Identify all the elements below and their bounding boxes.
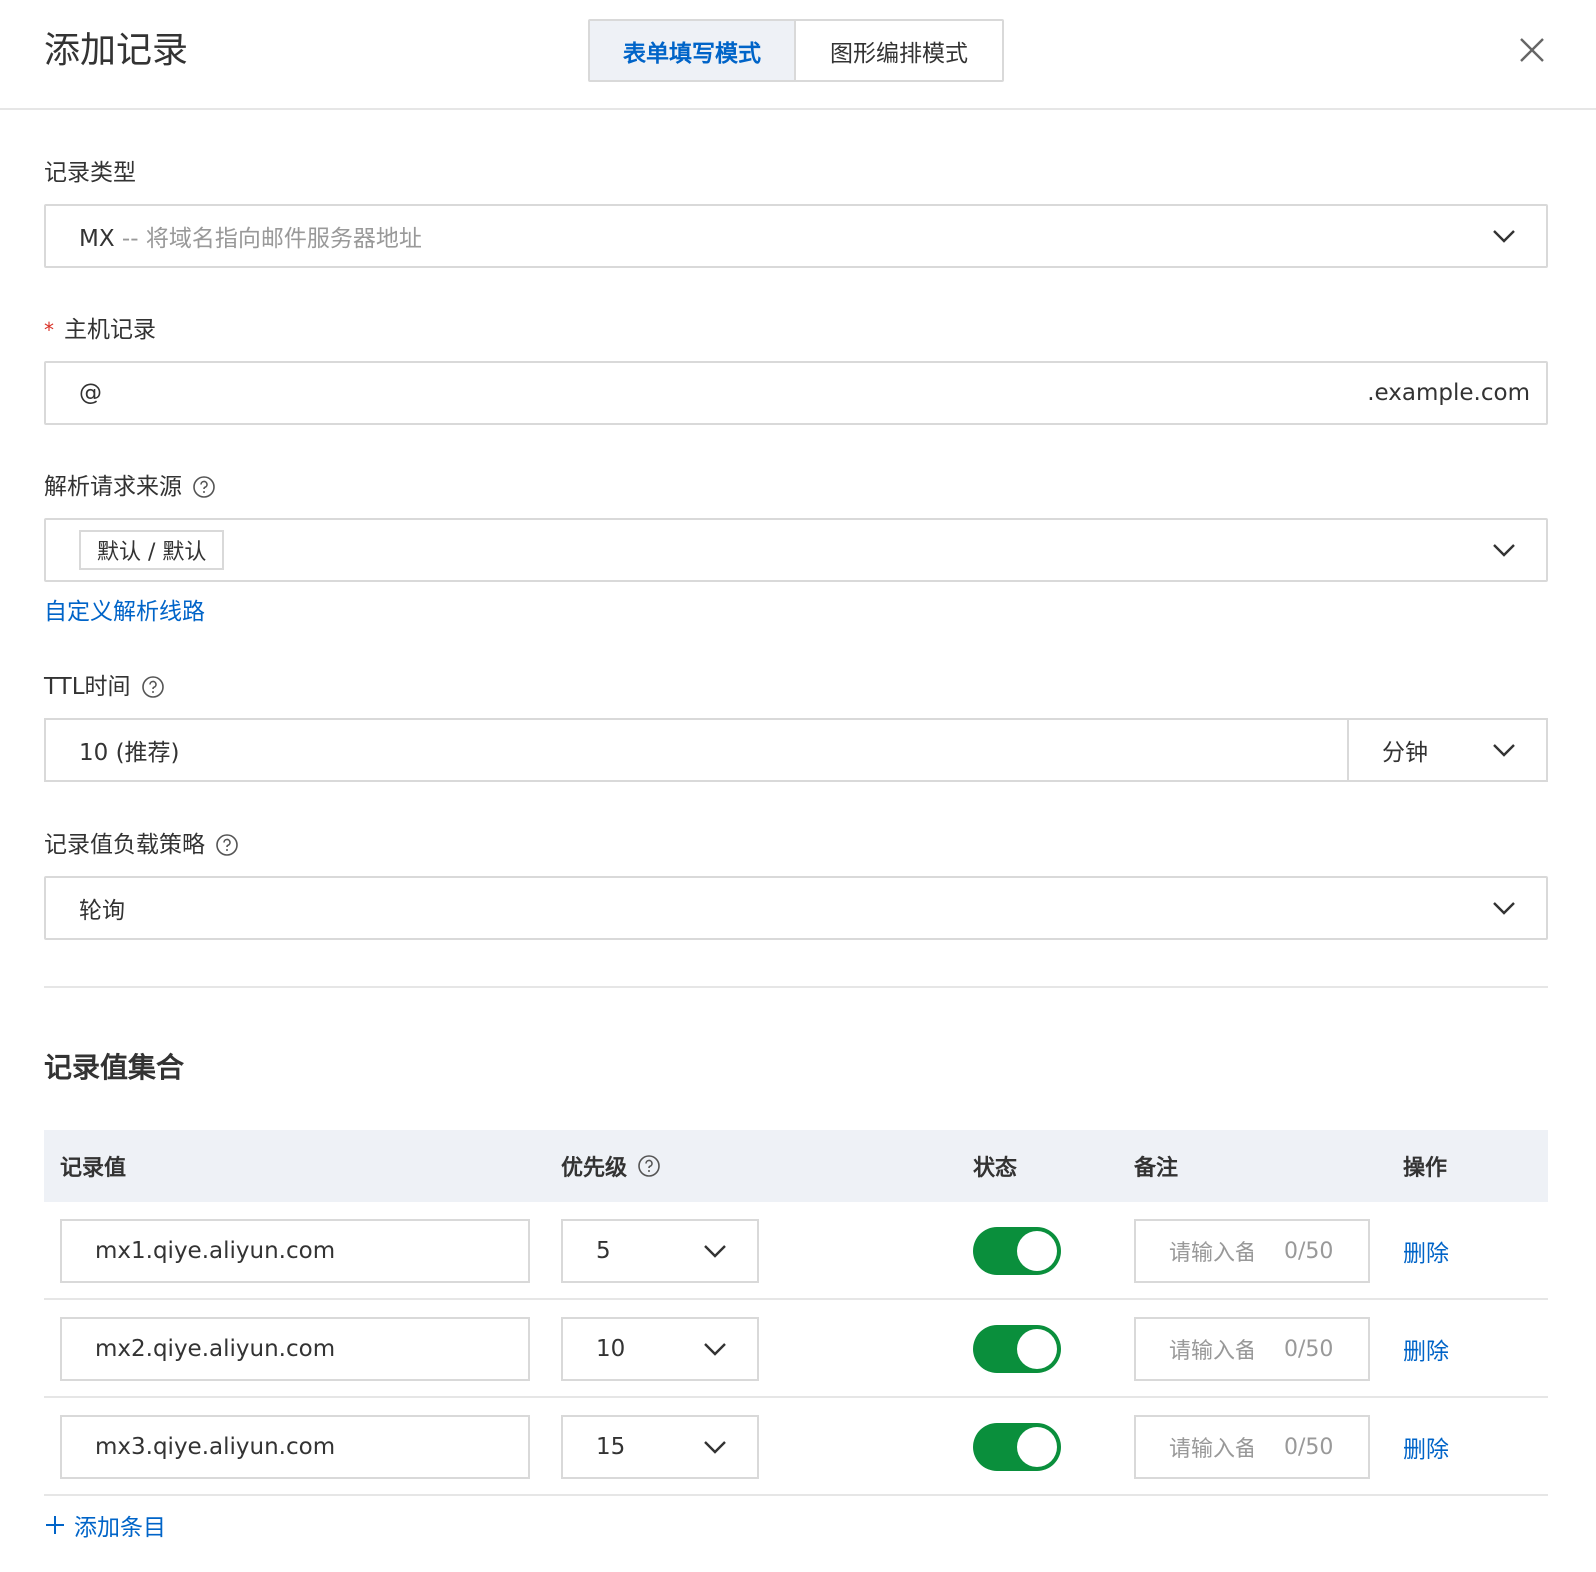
required-mark: * — [44, 318, 54, 342]
help-icon[interactable] — [141, 675, 165, 699]
priority-select[interactable]: 10 — [561, 1317, 759, 1381]
column-header-action: 操作 — [1403, 1156, 1448, 1181]
load-strategy-select[interactable]: 轮询 — [44, 876, 1548, 940]
toggle-knob — [1017, 1231, 1057, 1271]
help-icon[interactable] — [637, 1154, 661, 1178]
column-header-priority-text: 优先级 — [561, 1156, 628, 1181]
priority-select[interactable]: 15 — [561, 1415, 759, 1479]
ttl-input[interactable]: 10 (推荐) — [44, 718, 1349, 782]
tab-form-mode[interactable]: 表单填写模式 — [590, 21, 796, 80]
add-item-button[interactable]: 添加条目 — [44, 1508, 166, 1542]
column-header-value: 记录值 — [60, 1156, 127, 1181]
resolve-source-select[interactable]: 默认 / 默认 — [44, 518, 1548, 582]
record-type-select[interactable]: MX -- 将域名指向邮件服务器地址 — [44, 204, 1548, 268]
close-icon[interactable] — [1516, 34, 1548, 66]
priority-value: 15 — [596, 1434, 626, 1460]
host-record-value: @ — [79, 380, 102, 406]
priority-select[interactable]: 5 — [561, 1219, 759, 1283]
host-record-label-text: 主机记录 — [64, 317, 156, 343]
note-input[interactable]: 请输入备注 0/50 — [1134, 1415, 1370, 1479]
record-type-value: MX -- 将域名指向邮件服务器地址 — [79, 226, 422, 252]
load-strategy-label-text: 记录值负载策略 — [44, 832, 205, 858]
record-value-input[interactable]: mx3.qiye.aliyun.com — [60, 1415, 530, 1479]
resolve-source-tag[interactable]: 默认 / 默认 — [79, 530, 225, 570]
column-header-status: 状态 — [973, 1156, 1018, 1181]
plus-icon — [46, 1516, 64, 1534]
add-item-label: 添加条目 — [74, 1515, 166, 1541]
chevron-down-icon — [1493, 744, 1515, 757]
delete-button[interactable]: 删除 — [1403, 1202, 1449, 1300]
ttl-label-text: TTL时间 — [44, 674, 131, 700]
host-record-input[interactable]: @ .example.com — [44, 361, 1548, 425]
toggle-knob — [1017, 1427, 1057, 1467]
domain-suffix: .example.com — [1367, 380, 1530, 406]
chevron-down-icon — [1493, 544, 1515, 557]
load-strategy-label: 记录值负载策略 — [44, 829, 239, 861]
host-record-label: * 主机记录 — [44, 314, 156, 346]
mode-switch: 表单填写模式 图形编排模式 — [588, 19, 1004, 82]
note-input[interactable]: 请输入备注 0/50 — [1134, 1317, 1370, 1381]
chevron-down-icon — [704, 1343, 726, 1356]
custom-route-link[interactable]: 自定义解析线路 — [44, 592, 205, 626]
load-strategy-value: 轮询 — [79, 898, 125, 924]
note-placeholder: 请输入备注 — [1169, 1437, 1253, 1462]
delete-button[interactable]: 删除 — [1403, 1398, 1449, 1496]
record-value-input[interactable]: mx2.qiye.aliyun.com — [60, 1317, 530, 1381]
note-count: 0/50 — [1284, 1238, 1334, 1264]
priority-value: 5 — [596, 1238, 611, 1264]
note-count: 0/50 — [1284, 1434, 1334, 1460]
dialog-header: 添加记录 表单填写模式 图形编排模式 — [0, 0, 1596, 110]
chevron-down-icon — [704, 1245, 726, 1258]
chevron-down-icon — [1493, 230, 1515, 243]
dialog-title: 添加记录 — [44, 30, 189, 71]
record-value-text: mx1.qiye.aliyun.com — [95, 1238, 336, 1264]
status-toggle[interactable] — [973, 1423, 1061, 1471]
table-row: mx2.qiye.aliyun.com 10 请输入备注 0/50 删除 — [44, 1300, 1548, 1398]
status-toggle[interactable] — [973, 1325, 1061, 1373]
column-header-priority: 优先级 — [561, 1130, 661, 1202]
records-section-title: 记录值集合 — [44, 1051, 185, 1084]
note-placeholder: 请输入备注 — [1169, 1339, 1253, 1364]
resolve-source-label: 解析请求来源 — [44, 471, 216, 503]
record-type-label: 记录类型 — [44, 160, 136, 186]
status-toggle[interactable] — [973, 1227, 1061, 1275]
ttl-unit-select[interactable]: 分钟 — [1349, 718, 1548, 782]
resolve-source-label-text: 解析请求来源 — [44, 474, 182, 500]
section-divider — [44, 986, 1548, 988]
ttl-unit-value: 分钟 — [1382, 740, 1428, 766]
note-count: 0/50 — [1284, 1336, 1334, 1362]
record-value-input[interactable]: mx1.qiye.aliyun.com — [60, 1219, 530, 1283]
delete-button[interactable]: 删除 — [1403, 1300, 1449, 1398]
ttl-value: 10 (推荐) — [79, 740, 180, 766]
priority-value: 10 — [596, 1336, 626, 1362]
tab-graph-mode[interactable]: 图形编排模式 — [796, 21, 1002, 80]
ttl-label: TTL时间 — [44, 671, 165, 703]
toggle-knob — [1017, 1329, 1057, 1369]
help-icon[interactable] — [192, 475, 216, 499]
chevron-down-icon — [1493, 902, 1515, 915]
note-input[interactable]: 请输入备注 0/50 — [1134, 1219, 1370, 1283]
records-table-header: 记录值 优先级 状态 备注 操作 — [44, 1130, 1548, 1202]
help-icon[interactable] — [215, 833, 239, 857]
record-value-text: mx2.qiye.aliyun.com — [95, 1336, 336, 1362]
record-value-text: mx3.qiye.aliyun.com — [95, 1434, 336, 1460]
table-row: mx3.qiye.aliyun.com 15 请输入备注 0/50 删除 — [44, 1398, 1548, 1496]
column-header-note: 备注 — [1134, 1156, 1179, 1181]
table-row: mx1.qiye.aliyun.com 5 请输入备注 0/50 删除 — [44, 1202, 1548, 1300]
chevron-down-icon — [704, 1441, 726, 1454]
note-placeholder: 请输入备注 — [1169, 1241, 1253, 1266]
